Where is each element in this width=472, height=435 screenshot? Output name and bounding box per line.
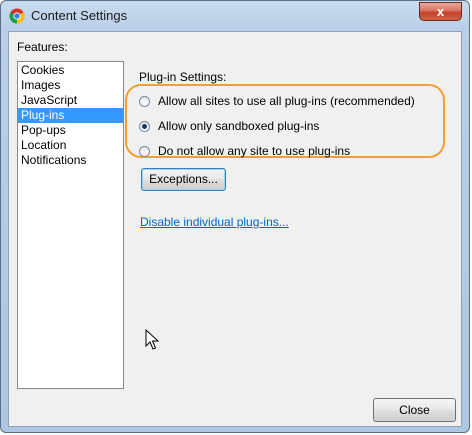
mouse-cursor-icon [145,329,159,350]
close-icon: x [436,4,445,19]
dialog-body: Features: Cookies Images JavaScript Plug… [8,31,462,427]
radio-button-unchecked[interactable] [139,95,150,107]
exceptions-button[interactable]: Exceptions... [141,168,226,191]
disable-plugins-link[interactable]: Disable individual plug-ins... [140,215,289,229]
feature-item-javascript[interactable]: JavaScript [18,93,123,108]
features-label: Features: [17,40,68,54]
chrome-icon [9,8,25,24]
radio-label-block-all: Do not allow any site to use plug-ins [158,144,351,158]
feature-item-plug-ins[interactable]: Plug-ins [18,108,123,123]
features-list[interactable]: Cookies Images JavaScript Plug-ins Pop-u… [17,61,124,389]
feature-item-images[interactable]: Images [18,78,123,93]
radio-label-allow-sandboxed: Allow only sandboxed plug-ins [158,119,320,133]
feature-item-location[interactable]: Location [18,138,123,153]
radio-block-all[interactable]: Do not allow any site to use plug-ins [139,143,350,159]
radio-button-unchecked[interactable] [139,145,150,157]
radio-button-checked[interactable] [139,120,150,132]
feature-item-notifications[interactable]: Notifications [18,153,123,168]
feature-item-cookies[interactable]: Cookies [18,63,123,78]
content-settings-window: Content Settings x Features: Cookies Ima… [0,0,470,433]
window-title: Content Settings [31,8,128,23]
title-bar[interactable]: Content Settings x [1,1,469,31]
close-button[interactable]: Close [373,398,456,422]
radio-allow-all[interactable]: Allow all sites to use all plug-ins (rec… [139,93,415,109]
radio-allow-sandboxed[interactable]: Allow only sandboxed plug-ins [139,118,319,134]
plugin-settings-heading: Plug-in Settings: [139,70,227,84]
feature-item-pop-ups[interactable]: Pop-ups [18,123,123,138]
radio-label-allow-all: Allow all sites to use all plug-ins (rec… [158,94,415,108]
window-close-button[interactable]: x [419,2,462,21]
